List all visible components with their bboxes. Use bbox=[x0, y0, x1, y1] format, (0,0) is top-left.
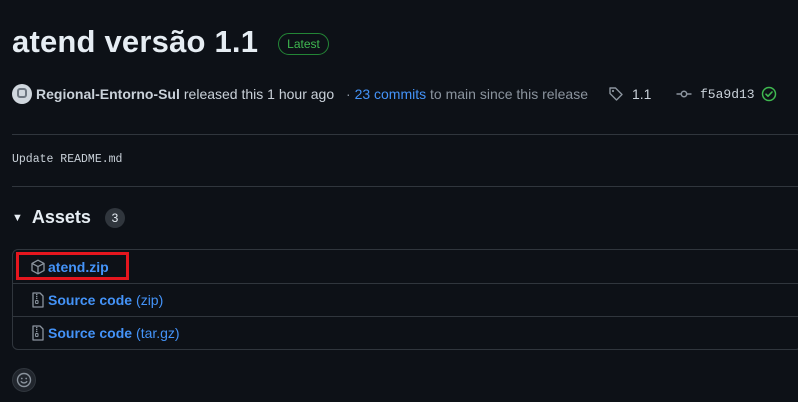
author-link[interactable]: Regional-Entorno-Sul bbox=[36, 86, 180, 102]
release-title[interactable]: atend versão 1.1 bbox=[12, 24, 258, 60]
highlight-box bbox=[16, 252, 129, 280]
asset-row[interactable]: Source code (tar.gz) bbox=[13, 316, 798, 349]
asset-row[interactable]: Source code (zip) bbox=[13, 283, 798, 316]
avatar[interactable] bbox=[12, 84, 32, 104]
tag-label: 1.1 bbox=[632, 86, 652, 102]
git-commit-icon bbox=[676, 86, 692, 102]
commits-info: · 23 commits to main since this release bbox=[346, 86, 588, 102]
asset-name[interactable]: Source code bbox=[48, 325, 132, 341]
assets-toggle[interactable]: ▼ Assets 3 bbox=[12, 207, 125, 228]
asset-row[interactable]: atend.zip bbox=[13, 250, 798, 283]
asset-name[interactable]: Source code bbox=[48, 292, 132, 308]
release-header: atend versão 1.1 Latest bbox=[12, 24, 329, 60]
commits-prefix: · bbox=[346, 86, 351, 102]
smiley-icon bbox=[16, 372, 32, 388]
tag-icon bbox=[608, 86, 624, 102]
commit-sha: f5a9d13 bbox=[700, 86, 755, 102]
commits-suffix: to main since this release bbox=[430, 86, 588, 102]
divider bbox=[12, 134, 798, 135]
tag-link[interactable]: 1.1 bbox=[608, 86, 651, 102]
commit-link[interactable]: f5a9d13 bbox=[676, 86, 777, 102]
assets-list: atend.zip Source code (zip) Source code … bbox=[12, 249, 798, 350]
add-reaction-button[interactable] bbox=[12, 368, 36, 392]
file-zip-icon bbox=[30, 325, 46, 341]
asset-suffix[interactable]: (zip) bbox=[136, 292, 163, 308]
triangle-down-icon: ▼ bbox=[12, 211, 23, 224]
file-zip-icon bbox=[30, 292, 46, 308]
divider bbox=[12, 186, 798, 187]
release-meta: Regional-Entorno-Sul released this 1 hou… bbox=[12, 82, 798, 106]
latest-badge: Latest bbox=[278, 33, 329, 55]
verified-check-icon[interactable] bbox=[761, 86, 777, 102]
released-text: released this 1 hour ago bbox=[183, 86, 335, 102]
asset-suffix[interactable]: (tar.gz) bbox=[136, 325, 180, 341]
commits-link[interactable]: 23 commits bbox=[355, 86, 427, 102]
assets-count-badge: 3 bbox=[104, 207, 125, 228]
release-notes: Update README.md bbox=[12, 153, 123, 166]
assets-title: Assets bbox=[31, 207, 91, 227]
